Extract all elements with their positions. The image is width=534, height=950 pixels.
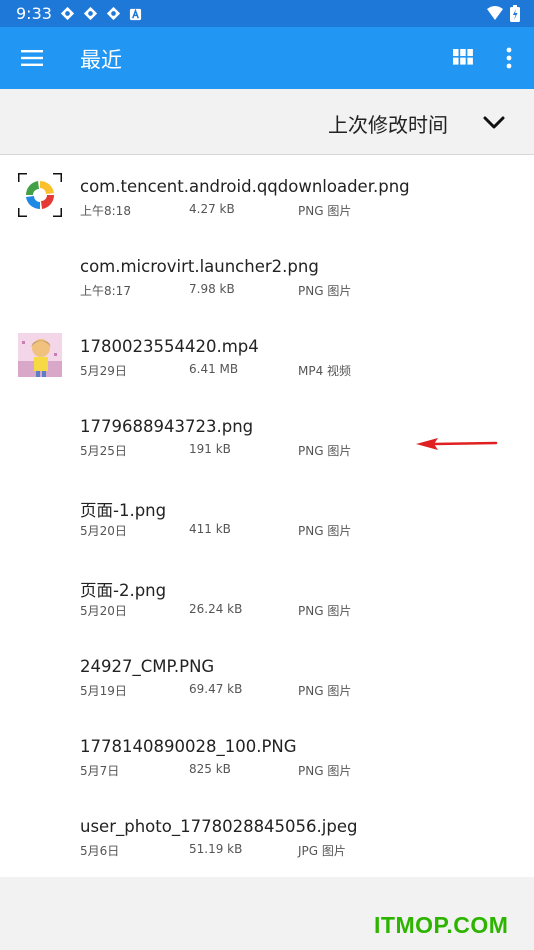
file-item[interactable]: 页面-1.png 5月20日 411 kB PNG 图片 [0, 475, 534, 555]
chevron-down-icon[interactable] [481, 110, 507, 134]
file-size: 4.27 kB [189, 202, 235, 216]
file-name: 1779688943723.png [80, 417, 254, 436]
file-date: 5月19日 [80, 684, 127, 698]
file-name: 24927_CMP.PNG [80, 657, 215, 676]
file-name: com.microvirt.launcher2.png [80, 257, 319, 276]
file-item[interactable]: 1778140890028_100.PNG 5月7日 825 kB PNG 图片 [0, 715, 534, 795]
file-size: 51.19 kB [189, 842, 243, 856]
file-item[interactable]: 页面-2.png 5月20日 26.24 kB PNG 图片 [0, 555, 534, 635]
page-title: 最近 [80, 48, 122, 72]
file-date: 5月20日 [80, 524, 127, 538]
file-type: PNG 图片 [298, 444, 352, 458]
video-thumbnail [18, 333, 62, 377]
menu-icon[interactable] [20, 46, 44, 70]
file-name: 1780023554420.mp4 [80, 337, 259, 356]
battery-charging-icon [510, 5, 520, 26]
file-date: 上午8:18 [80, 204, 131, 218]
file-size: 6.41 MB [189, 362, 239, 376]
file-item[interactable]: com.tencent.android.qqdownloader.png 上午8… [0, 155, 534, 235]
file-type: JPG 图片 [298, 844, 346, 858]
more-options-icon[interactable] [498, 46, 520, 70]
file-type: MP4 视频 [298, 364, 352, 378]
qqdownloader-logo-thumbnail [16, 171, 64, 219]
notification-app-icon [106, 6, 121, 21]
file-size: 69.47 kB [189, 682, 243, 696]
file-date: 5月6日 [80, 844, 120, 858]
file-type: PNG 图片 [298, 684, 352, 698]
notification-icons [60, 6, 144, 21]
notification-a-icon [129, 6, 144, 21]
file-date: 5月7日 [80, 764, 120, 778]
file-size: 7.98 kB [189, 282, 235, 296]
grid-view-icon[interactable] [452, 46, 474, 68]
app-bar: 最近 [0, 27, 534, 89]
file-type: PNG 图片 [298, 604, 352, 618]
status-time: 9:33 [16, 4, 52, 23]
file-size: 411 kB [189, 522, 231, 536]
file-date: 5月25日 [80, 444, 127, 458]
file-type: PNG 图片 [298, 764, 352, 778]
file-item[interactable]: 24927_CMP.PNG 5月19日 69.47 kB PNG 图片 [0, 635, 534, 715]
file-type: PNG 图片 [298, 204, 352, 218]
file-date: 5月20日 [80, 604, 127, 618]
file-size: 26.24 kB [189, 602, 243, 616]
sort-bar[interactable]: 上次修改时间 [0, 89, 534, 155]
file-item[interactable]: user_photo_1778028845056.jpeg 5月6日 51.19… [0, 795, 534, 875]
notification-app-icon [83, 6, 98, 21]
file-name: 页面-1.png [80, 501, 167, 520]
red-arrow-annotation-icon [414, 434, 498, 454]
wifi-icon [486, 5, 504, 26]
file-name: 1778140890028_100.PNG [80, 737, 297, 756]
notification-app-icon [60, 6, 75, 21]
status-bar: 9:33 [0, 0, 534, 27]
file-type: PNG 图片 [298, 524, 352, 538]
file-name: com.tencent.android.qqdownloader.png [80, 177, 410, 196]
file-size: 825 kB [189, 762, 231, 776]
file-name: user_photo_1778028845056.jpeg [80, 817, 358, 836]
file-size: 191 kB [189, 442, 231, 456]
watermark: ITMOP.COM [374, 912, 509, 938]
file-type: PNG 图片 [298, 284, 352, 298]
sort-label[interactable]: 上次修改时间 [328, 109, 448, 138]
file-item[interactable]: com.microvirt.launcher2.png 上午8:17 7.98 … [0, 235, 534, 315]
file-date: 5月29日 [80, 364, 127, 378]
file-item[interactable]: 1780023554420.mp4 5月29日 6.41 MB MP4 视频 [0, 315, 534, 395]
recent-files-list: com.tencent.android.qqdownloader.png 上午8… [0, 155, 534, 877]
system-icons [486, 5, 520, 26]
file-name: 页面-2.png [80, 581, 167, 600]
file-date: 上午8:17 [80, 284, 131, 298]
